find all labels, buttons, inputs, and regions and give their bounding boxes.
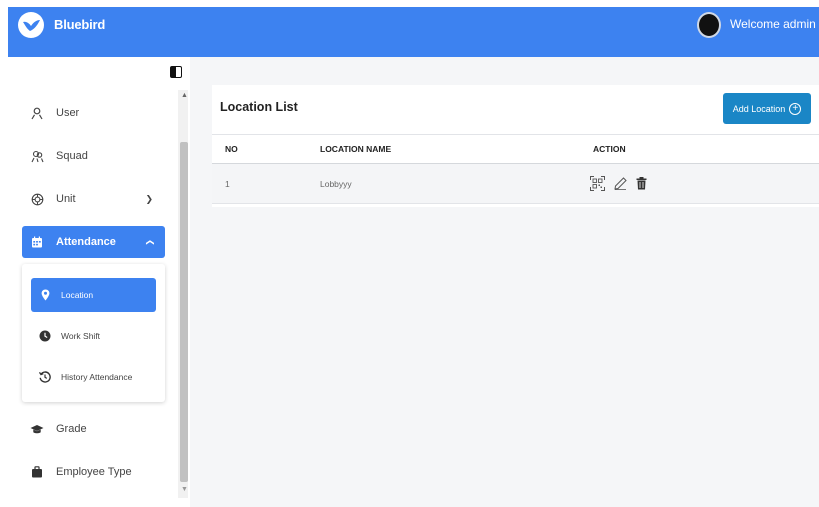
submenu-item-label: Work Shift [61, 331, 101, 341]
sidebar-item-grade[interactable]: Grade [22, 413, 165, 445]
sidebar-toggle-icon[interactable] [170, 66, 182, 78]
chevron-down-icon[interactable]: ❯ [145, 194, 153, 205]
sidebar-item-attendance[interactable]: Attendance ❯ [22, 226, 165, 258]
add-location-label: Add Location [732, 103, 786, 114]
page-title: Location List [220, 100, 298, 114]
sidebar-item-label: Employee Type [56, 466, 132, 478]
scroll-down-icon[interactable]: ▼ [181, 486, 188, 493]
unit-icon [30, 193, 44, 206]
briefcase-icon [30, 466, 44, 478]
table-row: 1 Lobbyyy [212, 164, 819, 204]
column-header-action: ACTION [593, 144, 626, 154]
column-header-location-name: LOCATION NAME [320, 144, 392, 154]
row-no: 1 [225, 178, 230, 189]
sidebar-item-label: Attendance [56, 236, 116, 248]
history-icon [39, 371, 51, 383]
sidebar-item-label: Squad [56, 150, 88, 162]
sidebar-item-employee-type[interactable]: Employee Type [22, 456, 165, 488]
trash-icon[interactable] [636, 177, 647, 190]
column-header-no: NO [225, 144, 238, 154]
scroll-up-icon[interactable]: ▲ [181, 92, 188, 99]
edit-icon[interactable] [614, 177, 627, 190]
submenu-item-work-shift[interactable]: Work Shift [31, 319, 156, 353]
user-icon [30, 107, 44, 120]
sidebar-item-label: Grade [56, 423, 87, 435]
brand-name[interactable]: Bluebird [54, 17, 105, 32]
submenu-item-label: History Attendance [61, 372, 133, 382]
top-bar [8, 7, 819, 57]
qr-code-icon[interactable] [590, 176, 605, 191]
chevron-up-icon[interactable]: ❯ [145, 239, 154, 246]
submenu-item-location[interactable]: Location [31, 278, 156, 312]
sidebar-item-unit[interactable]: Unit ❯ [22, 183, 165, 215]
sidebar-item-label: User [56, 107, 80, 119]
row-location-name: Lobbyyy [320, 178, 352, 189]
sidebar-item-user[interactable]: User [22, 97, 165, 129]
plus-circle-icon: + [789, 102, 802, 115]
sidebar-item-label: Unit [56, 193, 76, 205]
calendar-icon [30, 236, 44, 248]
submenu-item-history-attendance[interactable]: History Attendance [31, 360, 156, 394]
submenu-item-label: Location [61, 290, 94, 300]
welcome-text[interactable]: Welcome admin [730, 17, 816, 31]
table-header: NO LOCATION NAME ACTION [212, 134, 819, 164]
avatar[interactable] [697, 12, 721, 38]
row-actions [590, 164, 647, 203]
sidebar-scrollbar-thumb[interactable] [180, 142, 188, 482]
users-icon [30, 150, 44, 163]
add-location-button[interactable]: Add Location + [723, 93, 811, 124]
bluebird-logo-icon[interactable] [18, 12, 44, 38]
map-pin-icon [39, 289, 51, 301]
clock-icon [39, 330, 51, 342]
sidebar-item-squad[interactable]: Squad [22, 140, 165, 172]
graduation-cap-icon [30, 424, 44, 435]
